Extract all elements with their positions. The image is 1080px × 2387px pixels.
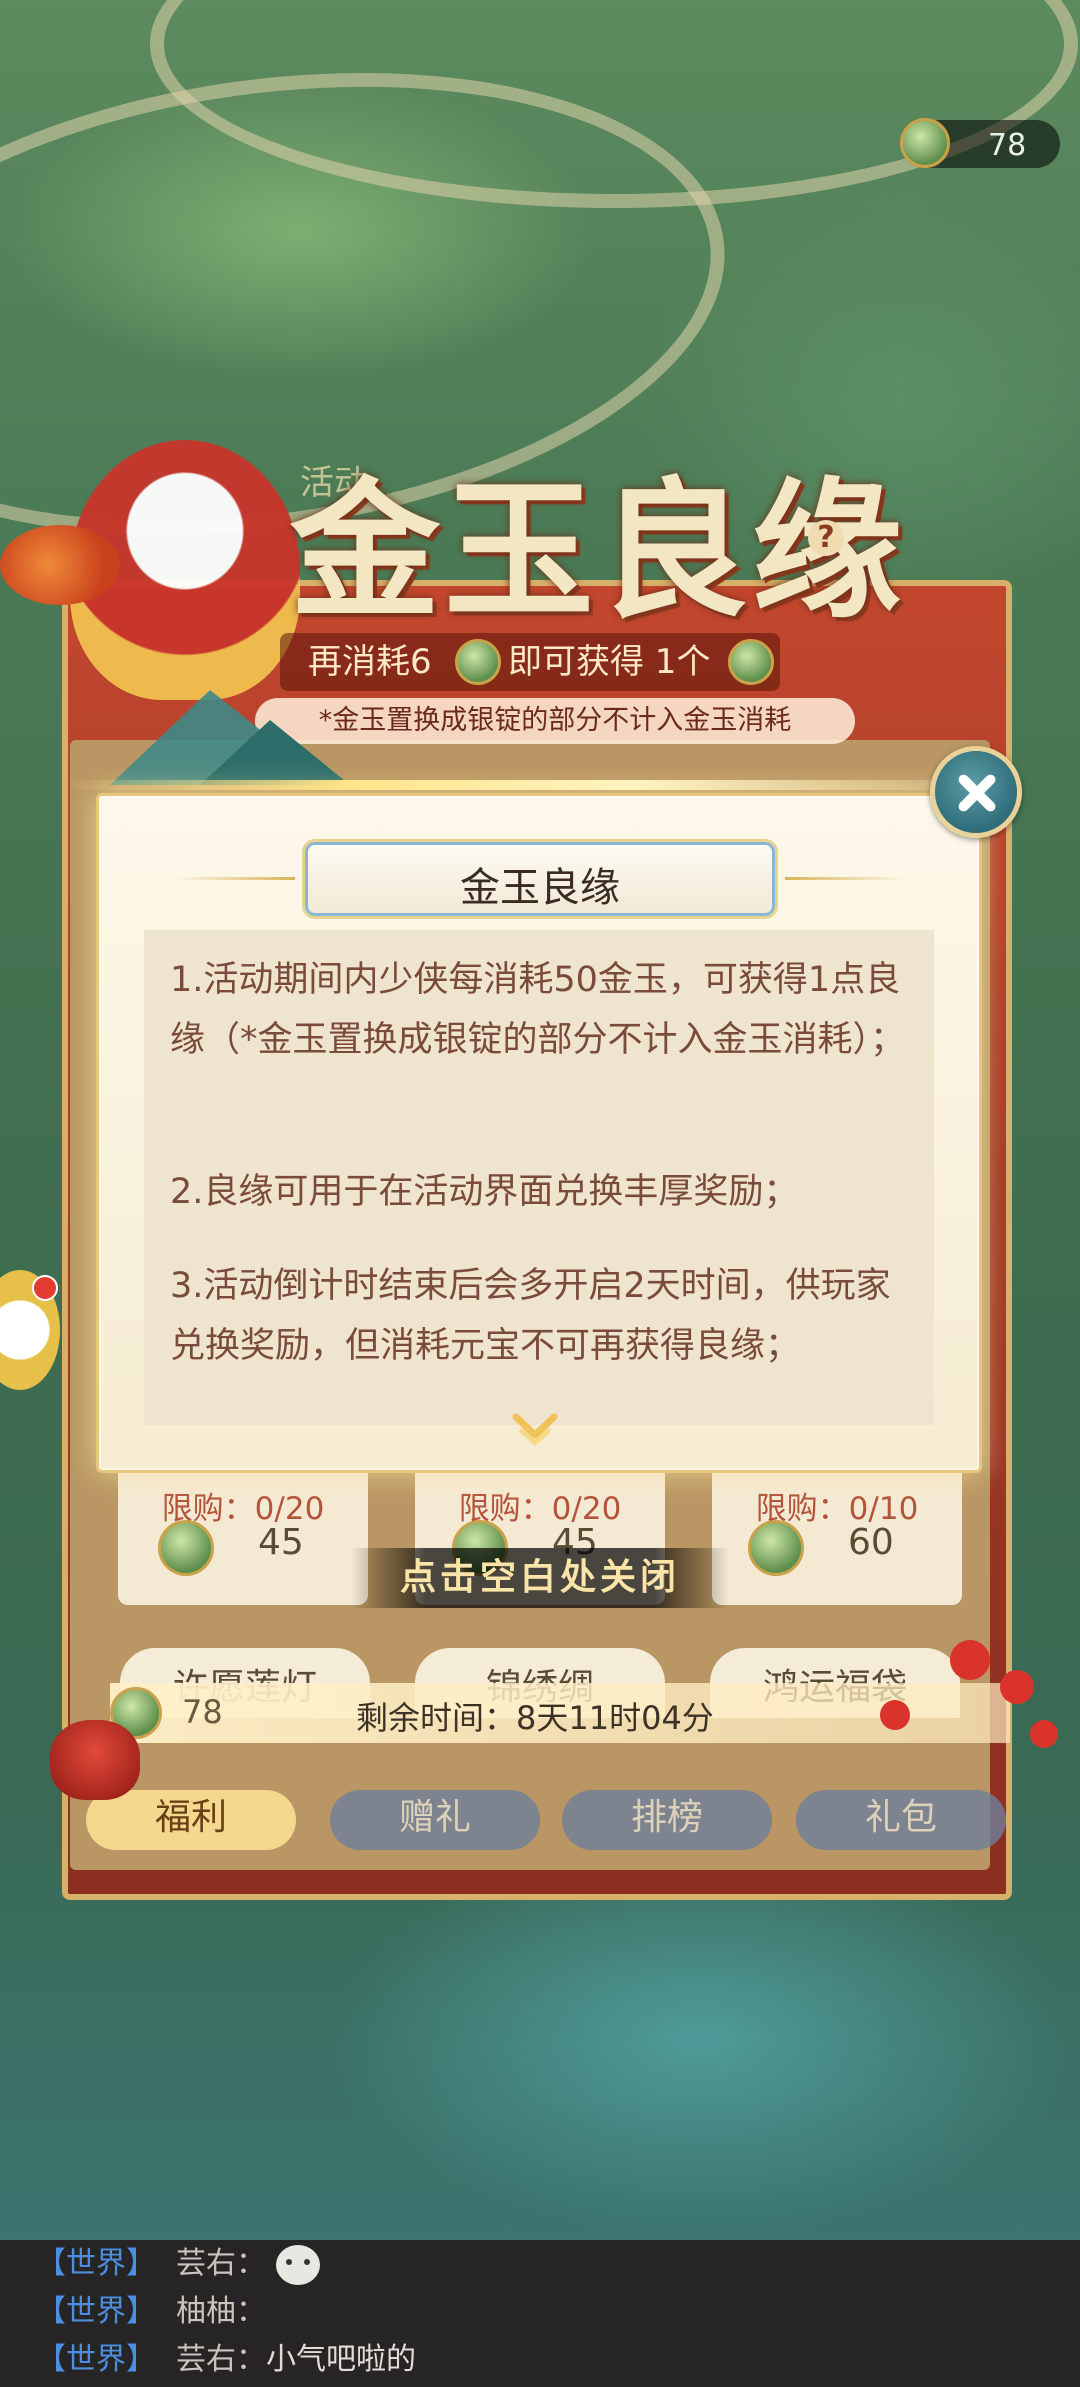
shop-card[interactable]: 限购：0/20 <box>118 1455 368 1605</box>
chat-text: 小气吧啦的 <box>266 2342 416 2377</box>
dialog-title-plate: 金玉良缘 <box>305 842 775 916</box>
consume-reward-text: 即可获得 1个 <box>508 642 711 682</box>
chat-channel: 【世界】 <box>36 2294 156 2329</box>
chevron-down-icon[interactable] <box>510 1405 560 1455</box>
purchase-limit: 限购：0/20 <box>161 1491 325 1527</box>
rule-paragraph: 3.活动倒计时结束后会多开启2天时间，供玩家兑换奖励，但消耗元宝不可再获得良缘； <box>170 1266 891 1366</box>
top-currency-display[interactable]: 78 <box>900 118 1060 168</box>
chat-message: 【世界】 芸右：小气吧啦的 <box>36 2336 416 2384</box>
purchase-limit: 限购：0/20 <box>458 1491 622 1527</box>
plum-blossom-decoration <box>880 1700 910 1730</box>
koi-fish-decoration <box>0 525 120 605</box>
tab-gift[interactable]: 赠礼 <box>330 1790 540 1850</box>
chat-channel: 【世界】 <box>36 2246 156 2281</box>
dialog-title: 金玉良缘 <box>460 865 620 911</box>
coin-icon <box>455 639 501 685</box>
tab-welfare[interactable]: 福利 <box>86 1790 296 1850</box>
chat-sender: 柚柚： <box>176 2294 266 2329</box>
mountain-decoration <box>200 720 350 785</box>
item-price: 45 <box>258 1522 304 1563</box>
coin-icon <box>748 1520 804 1576</box>
shop-card[interactable]: 限购：0/10 <box>712 1455 962 1605</box>
coin-icon <box>900 118 950 168</box>
notification-dot <box>32 1275 58 1301</box>
rules-content[interactable]: 1.活动期间内少侠每消耗50金玉，可获得1点良缘（*金玉置换成银锭的部分不计入金… <box>144 930 934 1425</box>
consume-progress-bar: 再消耗6 即可获得 1个 <box>280 633 780 691</box>
top-currency-value: 78 <box>988 128 1027 163</box>
world-chat-panel[interactable]: 【世界】 芸右： 【世界】 柚柚： 【世界】 芸右：小气吧啦的 <box>0 2240 1080 2387</box>
chat-sender: 芸右： <box>176 2246 266 2281</box>
tab-ranking[interactable]: 排榜 <box>562 1790 772 1850</box>
chat-channel: 【世界】 <box>36 2342 156 2377</box>
footer-currency-value: 78 <box>182 1693 223 1731</box>
plum-blossom-decoration <box>1030 1720 1058 1748</box>
emoji-icon <box>276 2244 320 2285</box>
item-price: 60 <box>848 1522 894 1563</box>
coin-icon <box>158 1520 214 1576</box>
help-icon[interactable]: ? <box>808 520 844 556</box>
tap-blank-to-close-hint: 点击空白处关闭 <box>350 1548 730 1608</box>
event-footer-bar: 78 剩余时间：8天11时04分 <box>110 1683 1010 1743</box>
chat-sender: 芸右： <box>176 2342 266 2377</box>
chat-message: 【世界】 柚柚： <box>36 2288 266 2336</box>
lucky-bag-decoration <box>50 1720 140 1800</box>
tab-package[interactable]: 礼包 <box>796 1790 1006 1850</box>
dialog-glow-decoration <box>60 780 1020 790</box>
chat-message: 【世界】 芸右： <box>36 2240 320 2288</box>
title-ornament <box>175 877 295 880</box>
title-ornament <box>785 877 905 880</box>
rule-paragraph: 2.良缘可用于在活动界面兑换丰厚奖励； <box>170 1172 799 1212</box>
purchase-limit: 限购：0/10 <box>755 1491 919 1527</box>
plum-blossom-decoration <box>950 1640 990 1680</box>
consume-prefix: 再消耗6 <box>308 642 432 682</box>
coin-icon <box>728 639 774 685</box>
plum-blossom-decoration <box>1000 1670 1034 1704</box>
close-icon[interactable] <box>930 746 1022 838</box>
rule-paragraph: 1.活动期间内少侠每消耗50金玉，可获得1点良缘（*金玉置换成银锭的部分不计入金… <box>170 960 906 1060</box>
remaining-time: 剩余时间：8天11时04分 <box>356 1699 714 1737</box>
